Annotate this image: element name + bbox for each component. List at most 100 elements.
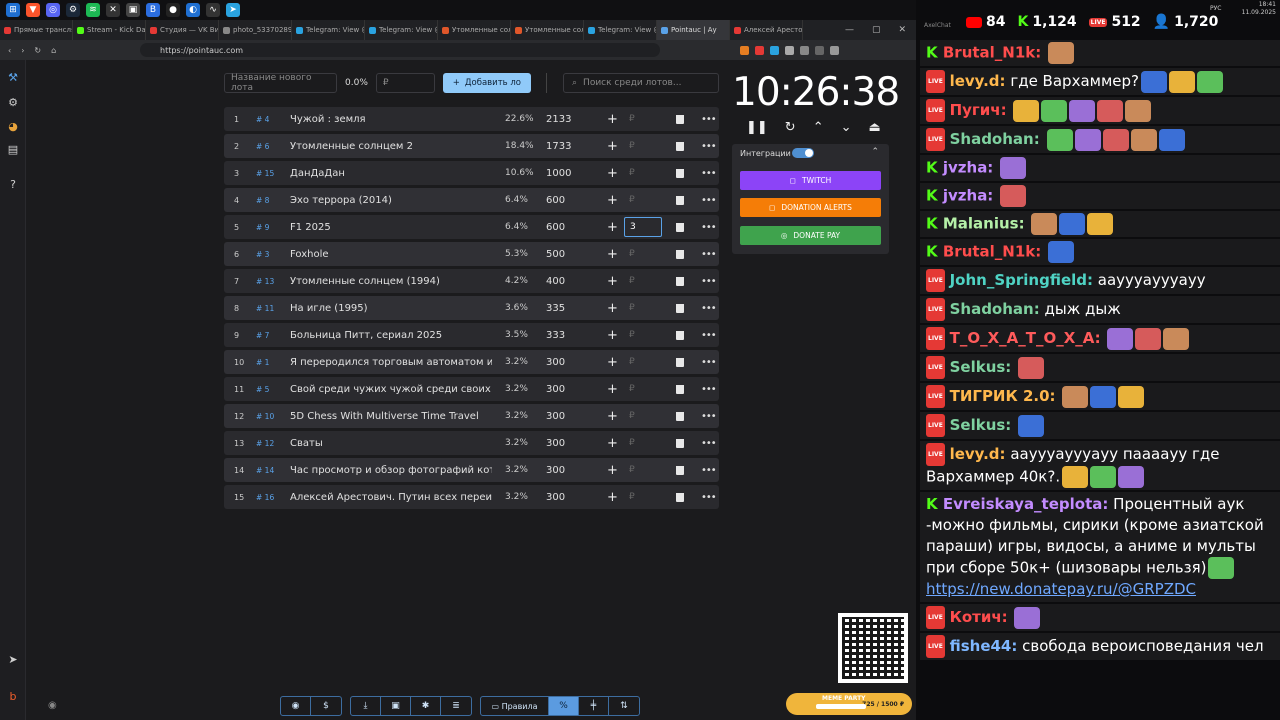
more-icon[interactable]: ••• <box>701 438 717 449</box>
lot-name[interactable]: F1 2025 <box>290 222 492 233</box>
plus-icon[interactable]: + <box>607 409 618 424</box>
chevron-up-icon[interactable]: ⌃ <box>871 147 879 157</box>
wheel-icon[interactable]: ◕ <box>7 121 19 133</box>
forward-icon[interactable]: › <box>21 46 24 55</box>
lot-name[interactable]: Утомленные солнцем (1994) <box>290 276 492 287</box>
maximize-icon[interactable]: ▢ <box>872 25 881 35</box>
windows-icon[interactable]: ⊞ <box>6 3 20 17</box>
extension-icon[interactable] <box>770 45 779 55</box>
browser-tab[interactable]: Алексей Арестов <box>730 20 803 40</box>
lot-row[interactable]: 2 # 6 Утомленные солнцем 2 18.4% 1733 + ₽ ••• <box>224 134 719 158</box>
chat-link[interactable]: https://new.donatepay.ru/@GRPZDC <box>926 580 1196 598</box>
donation-alerts-button[interactable]: ◻ DONATION ALERTS <box>740 198 881 217</box>
lot-row[interactable]: 12 # 10 5D Chess With Multiverse Time Trav… <box>224 404 719 428</box>
minimize-icon[interactable]: — <box>845 25 854 35</box>
telegram-icon[interactable]: ➤ <box>226 3 240 17</box>
github-icon[interactable]: ◉ <box>281 697 311 715</box>
trash-icon[interactable] <box>676 330 685 340</box>
browser-tab[interactable]: Утомленные солн <box>511 20 584 40</box>
plus-icon[interactable]: + <box>607 436 618 451</box>
more-icon[interactable]: ••• <box>701 114 717 125</box>
lot-name[interactable]: Час просмотр и обзор фотографий котов <box>290 465 492 476</box>
obs-icon[interactable]: ● <box>166 3 180 17</box>
lot-row[interactable]: 10 # 1 Я переродился торговым автоматом и … <box>224 350 719 374</box>
twitch-button[interactable]: ◻ TWITCH <box>740 171 881 190</box>
lot-row[interactable]: 15 # 16 Алексей Арестович. Путин всех пере… <box>224 485 719 509</box>
lot-amount[interactable]: 300 <box>546 411 565 422</box>
lot-amount[interactable]: 300 <box>546 492 565 503</box>
x-icon[interactable]: ✕ <box>106 3 120 17</box>
help-icon[interactable]: ? <box>7 179 19 191</box>
lot-amount[interactable]: 300 <box>546 465 565 476</box>
lot-name[interactable]: ДанДаДан <box>290 168 492 179</box>
more-icon[interactable]: ••• <box>701 330 717 341</box>
lot-amount-input[interactable]: ₽ <box>375 73 435 93</box>
trash-icon[interactable] <box>676 222 685 232</box>
extension-icon[interactable] <box>815 45 824 55</box>
plus-icon[interactable]: + <box>607 193 618 208</box>
browser-tab[interactable]: Pointauc | Ау <box>657 20 730 40</box>
lot-add-amount-input[interactable]: ₽ <box>624 244 662 264</box>
more-icon[interactable]: ••• <box>701 249 717 260</box>
lot-name[interactable]: Эхо террора (2014) <box>290 195 492 206</box>
lot-add-amount-input[interactable]: ₽ <box>624 379 662 399</box>
list-icon[interactable]: ≣ <box>441 697 471 715</box>
trash-icon[interactable] <box>676 492 685 502</box>
double-chevron-up-icon[interactable]: ⏏ <box>869 120 881 135</box>
extension-icon[interactable] <box>785 45 794 55</box>
split-icon[interactable]: ╪ <box>579 697 609 715</box>
browser-tab[interactable]: Telegram: View @ <box>584 20 657 40</box>
more-icon[interactable]: ••• <box>701 141 717 152</box>
lot-name[interactable]: Foxhole <box>290 249 492 260</box>
plus-icon[interactable]: + <box>607 328 618 343</box>
lot-name[interactable]: На игле (1995) <box>290 303 492 314</box>
integrations-toggle[interactable] <box>792 148 814 158</box>
trash-icon[interactable] <box>676 168 685 178</box>
rules-button[interactable]: ▭ Правила <box>481 697 549 715</box>
lot-row[interactable]: 14 # 14 Час просмотр и обзор фотографий ко… <box>224 458 719 482</box>
bug-icon[interactable]: ✱ <box>411 697 441 715</box>
history-icon[interactable]: ▤ <box>7 144 19 156</box>
plus-icon[interactable]: + <box>607 355 618 370</box>
extension-icon[interactable] <box>755 45 764 55</box>
more-icon[interactable]: ••• <box>701 492 717 503</box>
lot-amount[interactable]: 300 <box>546 384 565 395</box>
settings-icon[interactable]: ⚙ <box>7 97 19 109</box>
lot-name-input[interactable]: Название нового лота <box>224 73 337 93</box>
dollar-icon[interactable]: $ <box>311 697 341 715</box>
browser-tab[interactable]: Прямые трансля <box>0 20 73 40</box>
lot-row[interactable]: 5 # 9 F1 2025 6.4% 600 +3 ••• <box>224 215 719 239</box>
lot-name[interactable]: Алексей Арестович. Путин всех переигра <box>290 492 492 503</box>
more-icon[interactable]: ••• <box>701 303 717 314</box>
plus-icon[interactable]: + <box>607 274 618 289</box>
more-icon[interactable]: ••• <box>701 276 717 287</box>
lot-amount[interactable]: 333 <box>546 330 565 341</box>
trash-icon[interactable] <box>676 357 685 367</box>
trash-icon[interactable] <box>676 114 685 124</box>
back-icon[interactable]: ‹ <box>8 46 11 55</box>
lot-add-amount-input[interactable]: ₽ <box>624 460 662 480</box>
plus-icon[interactable]: + <box>607 463 618 478</box>
extension-icon[interactable] <box>800 45 809 55</box>
lot-add-amount-input[interactable]: ₽ <box>624 352 662 372</box>
download-icon[interactable]: ⤓ <box>351 697 381 715</box>
plus-icon[interactable]: + <box>607 490 618 505</box>
more-icon[interactable]: ••• <box>701 195 717 206</box>
url-field[interactable]: https://pointauc.com <box>140 43 660 57</box>
more-icon[interactable]: ••• <box>701 168 717 179</box>
lot-add-amount-input[interactable]: ₽ <box>624 406 662 426</box>
lot-amount[interactable]: 300 <box>546 438 565 449</box>
trash-icon[interactable] <box>676 438 685 448</box>
trash-icon[interactable] <box>676 465 685 475</box>
lot-row[interactable]: 11 # 5 Свой среди чужих чужой среди своих 3… <box>224 377 719 401</box>
browser-tab[interactable]: photo_533702897 <box>219 20 292 40</box>
lot-add-amount-input[interactable]: ₽ <box>624 433 662 453</box>
browser-tab[interactable]: Stream - Kick Das <box>73 20 146 40</box>
add-lot-button[interactable]: + Добавить ло <box>442 73 531 93</box>
plus-icon[interactable]: + <box>607 112 618 127</box>
more-icon[interactable]: ••• <box>701 222 717 233</box>
lot-add-amount-input[interactable]: ₽ <box>624 325 662 345</box>
lot-add-amount-input[interactable]: ₽ <box>624 487 662 507</box>
app-icon[interactable]: ▣ <box>126 3 140 17</box>
lot-name[interactable]: 5D Chess With Multiverse Time Travel <box>290 411 492 422</box>
